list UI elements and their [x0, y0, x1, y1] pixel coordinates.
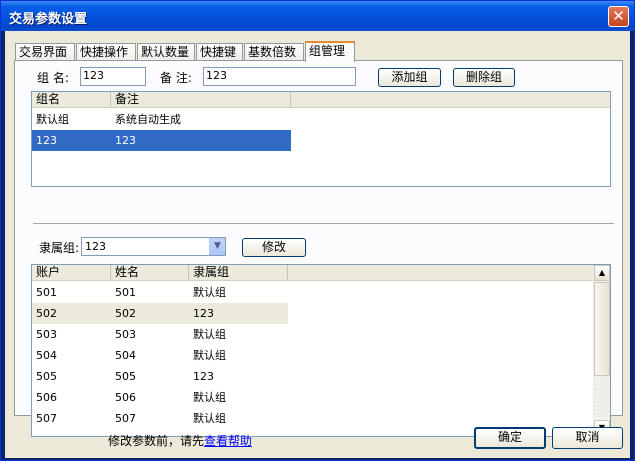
- arrow-up-icon[interactable]: ▲: [594, 265, 610, 281]
- remark-label: 备 注:: [160, 71, 192, 85]
- account-row[interactable]: 507 507 默认组: [32, 408, 594, 429]
- group-remark-cell: 系统自动生成: [115, 113, 181, 126]
- account-cell: 507: [36, 412, 57, 425]
- group-cell: 123: [193, 370, 214, 383]
- name-cell: 504: [115, 349, 136, 362]
- account-cell: 501: [36, 286, 57, 299]
- account-row[interactable]: 505 505 123: [32, 366, 594, 387]
- account-row-selected[interactable]: 502 502 123: [32, 303, 594, 324]
- vertical-scrollbar[interactable]: ▲ ▼: [593, 265, 610, 436]
- belong-group-value: 123: [85, 240, 106, 253]
- ok-button[interactable]: 确定: [474, 427, 546, 449]
- close-icon: ✕: [612, 7, 625, 25]
- tab-group-management[interactable]: 组管理: [305, 41, 355, 62]
- delete-group-button[interactable]: 删除组: [453, 68, 515, 87]
- footer-hint-text: 修改参数前，请先: [108, 434, 205, 448]
- close-button[interactable]: ✕: [608, 6, 629, 27]
- group-cell: 默认组: [193, 328, 226, 341]
- group-cell: 默认组: [193, 412, 226, 425]
- account-cell: 504: [36, 349, 57, 362]
- scrollbar-thumb[interactable]: [594, 282, 610, 376]
- group-cell: 默认组: [193, 286, 226, 299]
- account-list-header: 账户 姓名 隶属组: [32, 265, 594, 281]
- account-cell: 506: [36, 391, 57, 404]
- tab-default-qty[interactable]: 默认数量: [137, 43, 195, 61]
- group-cell: 默认组: [193, 391, 226, 404]
- tab-hotkeys[interactable]: 快捷键: [196, 43, 243, 61]
- group-name-label: 组 名:: [37, 71, 69, 85]
- account-row[interactable]: 503 503 默认组: [32, 324, 594, 345]
- group-name-input[interactable]: 123: [80, 67, 146, 86]
- column-header-name[interactable]: 姓名: [111, 265, 189, 281]
- column-header-remark[interactable]: 备注: [111, 92, 291, 108]
- chevron-down-icon[interactable]: ▼: [209, 238, 225, 255]
- modify-button[interactable]: 修改: [242, 238, 306, 257]
- account-list: 账户 姓名 隶属组 501 501 默认组 502 502 123 503 50…: [31, 264, 611, 437]
- group-cell: 默认组: [193, 349, 226, 362]
- column-header-group[interactable]: 隶属组: [189, 265, 288, 281]
- tab-multiplier[interactable]: 基数倍数: [244, 43, 304, 61]
- account-row[interactable]: 501 501 默认组: [32, 282, 594, 303]
- name-cell: 505: [115, 370, 136, 383]
- dialog-body: 交易界面 快捷操作 默认数量 快捷键 基数倍数 组管理 组 名: 123 备 注…: [5, 31, 630, 458]
- belong-group-label: 隶属组:: [39, 241, 80, 255]
- dialog-window: 交易参数设置 ✕ 交易界面 快捷操作 默认数量 快捷键 基数倍数 组管理 组 名…: [0, 0, 635, 461]
- group-row-selected[interactable]: 123 123: [32, 130, 610, 151]
- account-cell: 502: [32, 303, 111, 324]
- remark-input[interactable]: 123: [203, 67, 356, 86]
- cancel-button[interactable]: 取消: [552, 427, 623, 449]
- name-cell: 506: [115, 391, 136, 404]
- group-list: 组名 备注 默认组 系统自动生成 123 123: [31, 91, 611, 187]
- group-row[interactable]: 默认组 系统自动生成: [32, 109, 610, 130]
- name-cell: 507: [115, 412, 136, 425]
- column-header-group-name[interactable]: 组名: [32, 92, 111, 108]
- scrollbar-track[interactable]: [594, 377, 610, 417]
- account-row[interactable]: 504 504 默认组: [32, 345, 594, 366]
- window-title: 交易参数设置: [9, 12, 88, 27]
- group-management-panel: 组 名: 123 备 注: 123 添加组 删除组 组名 备注 默认组 系统自动…: [14, 60, 623, 437]
- name-cell: 501: [115, 286, 136, 299]
- name-cell: 502: [111, 303, 189, 324]
- name-cell: 503: [115, 328, 136, 341]
- add-group-button[interactable]: 添加组: [378, 68, 441, 87]
- group-list-header: 组名 备注: [32, 92, 610, 108]
- account-row[interactable]: 506 506 默认组: [32, 387, 594, 408]
- group-remark-cell: 123: [111, 130, 291, 151]
- account-cell: 505: [36, 370, 57, 383]
- section-divider: [33, 223, 614, 225]
- group-name-cell: 默认组: [36, 113, 69, 126]
- title-bar[interactable]: 交易参数设置 ✕: [1, 1, 634, 31]
- column-header-account[interactable]: 账户: [32, 265, 111, 281]
- view-help-link[interactable]: 查看帮助: [204, 434, 252, 448]
- footer-hint: 修改参数前，请先查看帮助: [108, 432, 252, 449]
- belong-group-select[interactable]: 123 ▼: [81, 237, 226, 256]
- tab-shortcut-ops[interactable]: 快捷操作: [76, 43, 136, 61]
- group-cell: 123: [189, 303, 288, 324]
- account-cell: 503: [36, 328, 57, 341]
- tab-trade-ui[interactable]: 交易界面: [15, 43, 75, 61]
- group-name-cell: 123: [32, 130, 111, 151]
